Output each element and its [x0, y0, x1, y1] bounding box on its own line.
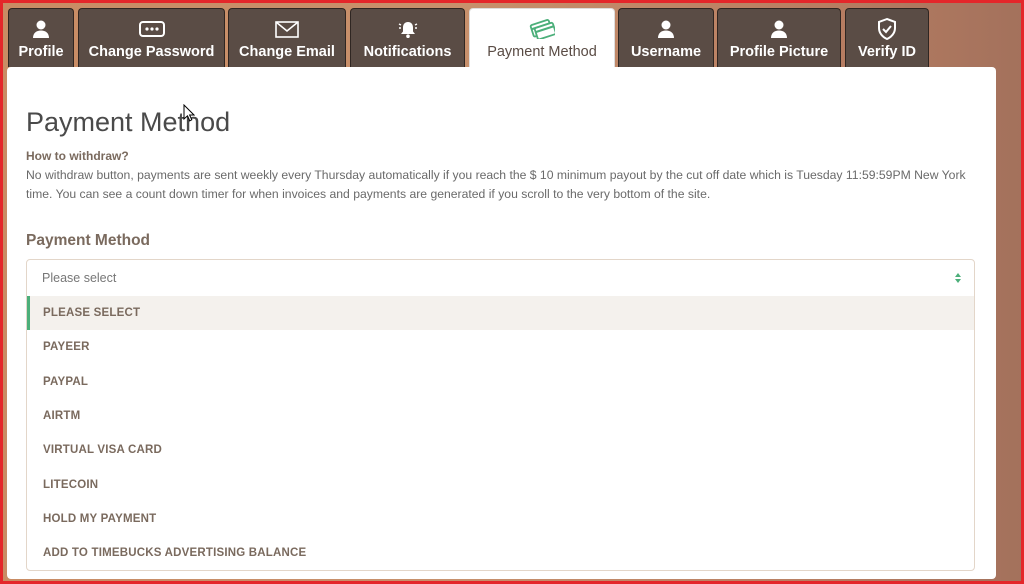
envelope-icon — [275, 18, 299, 40]
option-add-to-timebucks-advertising-balance[interactable]: ADD TO TIMEBUCKS ADVERTISING BALANCE — [27, 536, 974, 570]
tab-verify-id[interactable]: Verify ID — [845, 8, 929, 67]
tab-label: Notifications — [363, 44, 452, 60]
tab-label: Verify ID — [857, 44, 917, 60]
tab-label: Change Password — [88, 44, 215, 60]
payment-method-panel: Payment Method How to withdraw? No withd… — [7, 67, 996, 579]
select-placeholder: Please select — [42, 271, 117, 285]
bell-icon — [398, 18, 418, 40]
tab-label: Change Email — [239, 44, 335, 60]
password-icon — [138, 18, 165, 40]
tab-change-password[interactable]: Change Password — [78, 8, 225, 67]
tab-notifications[interactable]: Notifications — [350, 8, 465, 67]
tab-label: Payment Method — [487, 44, 597, 60]
tab-payment-method[interactable]: Payment Method — [469, 8, 615, 68]
credit-card-icon — [529, 18, 555, 40]
tab-label: Profile Picture — [729, 44, 829, 60]
how-to-withdraw-text: No withdraw button, payments are sent we… — [26, 168, 966, 201]
option-please-select[interactable]: PLEASE SELECT — [27, 296, 974, 331]
select-arrows-icon — [954, 272, 962, 287]
option-payeer[interactable]: PAYEER — [27, 330, 974, 364]
tab-label: Profile — [18, 44, 64, 60]
option-airtm[interactable]: AIRTM — [27, 399, 974, 433]
mouse-cursor-icon — [183, 103, 196, 127]
option-hold-my-payment[interactable]: HOLD MY PAYMENT — [27, 502, 974, 536]
tab-profile[interactable]: Profile — [8, 8, 74, 67]
tab-username[interactable]: Username — [618, 8, 714, 67]
select-current-value[interactable]: Please select — [27, 260, 974, 296]
option-virtual-visa-card[interactable]: VIRTUAL VISA CARD — [27, 433, 974, 467]
tab-label: Username — [630, 44, 702, 60]
option-litecoin[interactable]: LITECOIN — [27, 467, 974, 501]
page-title: Payment Method — [26, 107, 231, 137]
shield-check-icon — [877, 18, 897, 40]
user-icon — [770, 18, 788, 40]
option-paypal[interactable]: PAYPAL — [27, 365, 974, 399]
payment-method-select[interactable]: Please select PLEASE SELECT PAYEER PAYPA… — [26, 259, 975, 571]
tab-change-email[interactable]: Change Email — [228, 8, 346, 67]
how-to-withdraw-heading: How to withdraw? — [26, 149, 129, 163]
payment-method-label: Payment Method — [26, 232, 151, 249]
user-icon — [657, 18, 675, 40]
user-icon — [32, 18, 50, 40]
tab-profile-picture[interactable]: Profile Picture — [717, 8, 841, 67]
